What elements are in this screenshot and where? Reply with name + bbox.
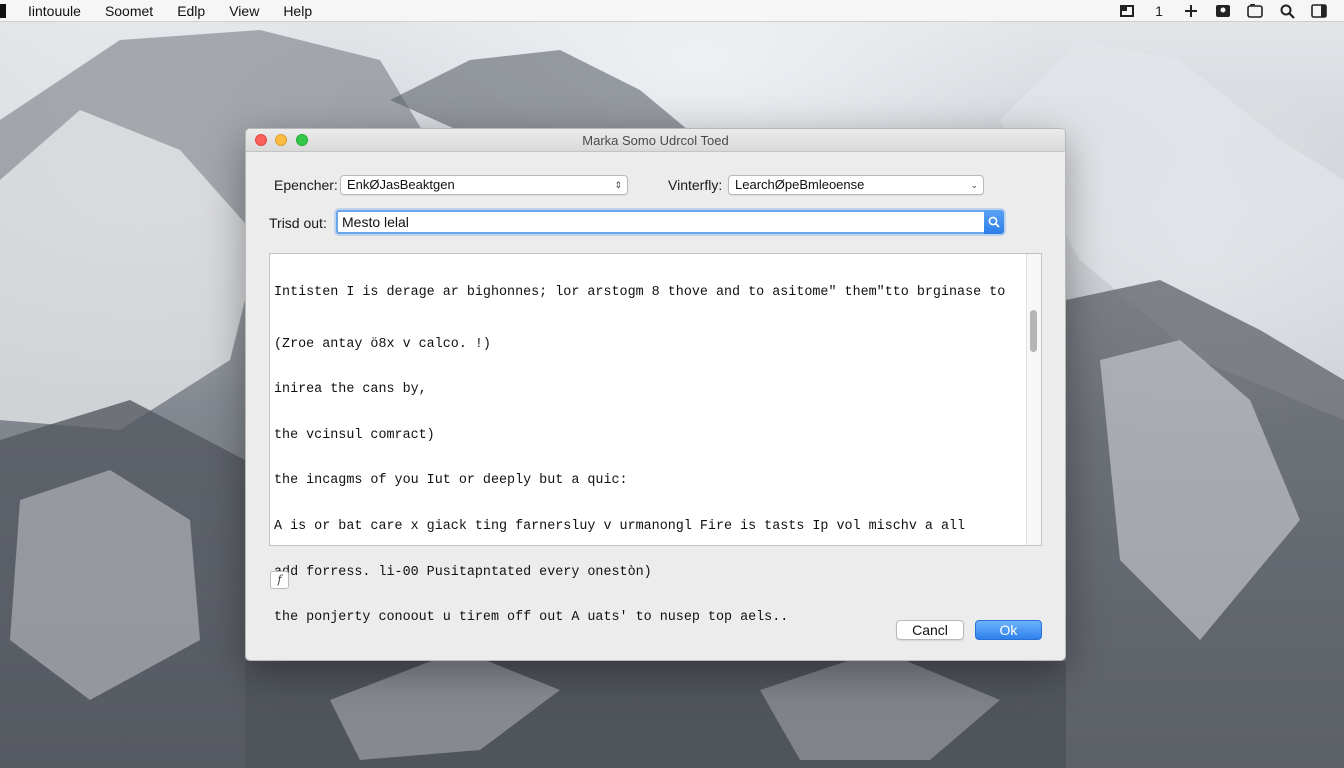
bluetooth-icon[interactable]: 1 [1150,3,1168,19]
chevron-down-icon: ⌄ [970,180,978,190]
scroll-thumb[interactable] [1030,310,1037,352]
title-bar[interactable]: Marka Somo Udrcol Toed [246,129,1065,152]
vertical-scrollbar[interactable] [1026,254,1041,545]
search-icon[interactable] [1278,3,1296,19]
window-title: Marka Somo Udrcol Toed [582,133,729,148]
text-line: (Zroe antay ö8x v calco. !) [274,336,491,352]
menu-app[interactable]: Iintouule [28,0,81,22]
menu-bar: Iintouule Soomet Edlp View Help 1 [0,0,1344,22]
encoder-select[interactable]: EnkØJasBeaktgen ⇕ [340,175,628,195]
verify-select[interactable]: LearchØpeBmleoense ⌄ [728,175,984,195]
verify-label: Vinterfly: [668,177,723,193]
dialog-window: Marka Somo Udrcol Toed Epencher: EnkØJas… [245,128,1066,661]
text-line: the incagms of you Iut or deeply but a q… [274,473,628,489]
notification-icon[interactable] [1310,3,1328,19]
menu-view[interactable]: View [229,0,259,22]
screen-icon[interactable] [1246,3,1264,19]
trust-label: Trisd out: [269,215,327,231]
function-button[interactable]: f [270,571,289,589]
text-line: add forress. li-00 Pusitapntated every o… [274,564,652,580]
menu-file[interactable]: Soomet [105,0,153,22]
text-line: Intisten I is derage ar bighonnes; lor a… [274,285,1006,300]
text-line: inirea the cans by, [274,382,427,398]
magnifier-icon [988,216,1000,228]
trust-input[interactable] [338,212,978,232]
display-icon[interactable] [1214,3,1232,19]
text-line: the vcinsul comract) [274,427,435,443]
trust-search-field [336,210,1004,234]
text-editor[interactable]: Intisten I is derage ar bighonnes; lor a… [269,253,1042,625]
encoder-label: Epencher: [274,177,338,193]
status-area: 1 [1118,0,1328,22]
search-button[interactable] [984,210,1004,234]
plus-icon[interactable] [1182,3,1200,19]
menu-help[interactable]: Help [283,0,312,22]
ok-button[interactable]: Ok [975,620,1042,640]
text-content: Intisten I is derage ar bighonnes; lor a… [274,255,1026,656]
verify-select-value: LearchØpeBmleoense [735,177,865,192]
menu-edit[interactable]: Edlp [177,0,205,22]
window-icon[interactable] [1118,3,1136,19]
text-line: A is or bat care x giack ting farnersluy… [274,518,966,534]
stepper-arrows-icon: ⇕ [614,180,622,190]
encoder-select-value: EnkØJasBeaktgen [347,177,455,192]
apple-menu-icon[interactable] [0,3,6,18]
cancel-button[interactable]: Cancl [896,620,964,640]
